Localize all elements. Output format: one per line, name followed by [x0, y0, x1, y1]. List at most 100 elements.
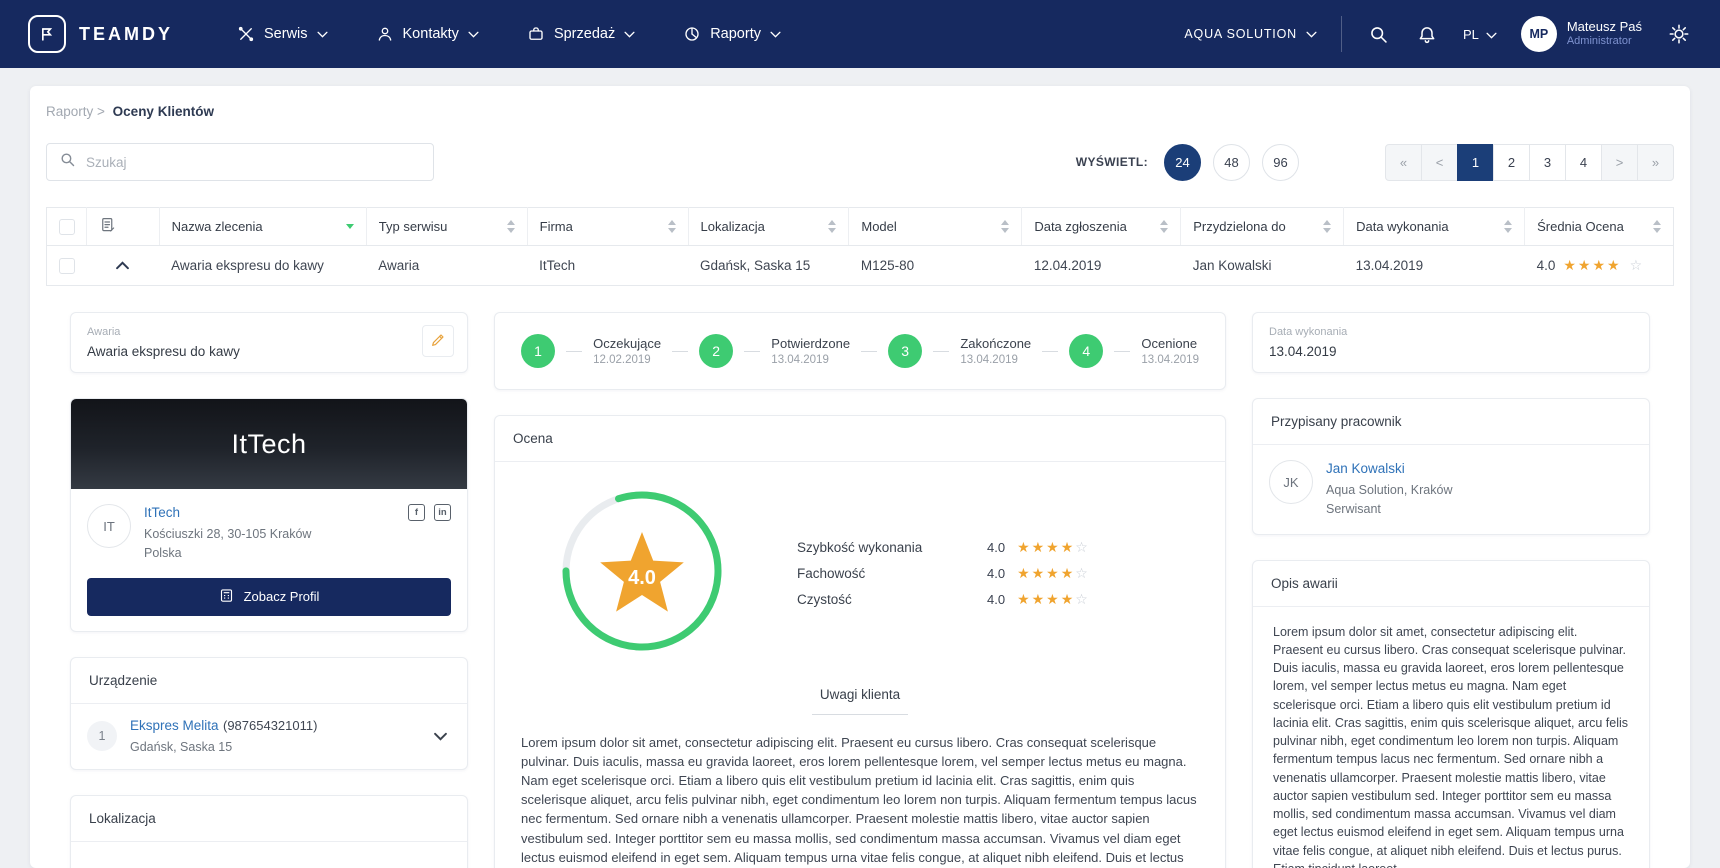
step-1-labels: Oczekujące 12.02.2019: [593, 336, 662, 366]
pagination-next[interactable]: >: [1601, 143, 1638, 181]
brand[interactable]: TEAMDY: [28, 15, 173, 53]
breadcrumb-parent[interactable]: Raporty >: [46, 104, 105, 119]
language-selector[interactable]: PL: [1463, 27, 1497, 42]
step-connector: [744, 350, 761, 352]
pagination-first[interactable]: «: [1385, 143, 1422, 181]
sort-desc-icon[interactable]: [340, 224, 354, 229]
user-menu[interactable]: MP Mateusz Paś Administrator: [1520, 16, 1642, 52]
pagination-last[interactable]: »: [1637, 143, 1674, 181]
completion-date-label: Data wykonania: [1269, 326, 1348, 338]
sort-icons[interactable]: [1498, 220, 1513, 233]
star-empty-icon: ☆: [1075, 539, 1088, 556]
sort-icons[interactable]: [1647, 220, 1661, 233]
issue-title: Awaria ekspresu do kawy: [87, 344, 240, 359]
search-icon: [59, 151, 76, 173]
rating-row-expertise: Fachowość 4.0 ★★★★ ☆: [797, 565, 1088, 582]
cell-order-name[interactable]: Awaria ekspresu do kawy: [159, 245, 367, 286]
pagination-page-4[interactable]: 4: [1565, 143, 1602, 181]
menu-item-serwis[interactable]: Serwis: [237, 25, 328, 43]
cell-location: Gdańsk, Saska 15: [688, 245, 849, 286]
company-selector[interactable]: AQUA SOLUTION: [1184, 27, 1317, 41]
company-banner-name: ItTech: [231, 428, 307, 459]
main-menu: Serwis Kontakty Sprzedaż Raporty: [237, 25, 781, 43]
sort-icons[interactable]: [995, 220, 1010, 233]
stars-filled-icon: ★★★★: [1017, 539, 1076, 556]
col-header-przydzielona-do[interactable]: Przydzielona do: [1180, 207, 1345, 246]
gear-icon[interactable]: [1666, 21, 1692, 47]
table-row: Awaria ekspresu do kawy Awaria ItTech Gd…: [46, 245, 1674, 286]
breadcrumb: Raporty > Oceny Klientów: [46, 100, 1674, 119]
company-country: Polska: [144, 545, 182, 560]
step-connector: [1042, 350, 1059, 352]
col-header-typ-serwisu[interactable]: Typ serwisu: [366, 207, 528, 246]
search-icon[interactable]: [1366, 22, 1391, 47]
pagination-page-2[interactable]: 2: [1493, 143, 1530, 181]
sort-icons[interactable]: [1154, 220, 1169, 233]
pagination-page-1[interactable]: 1: [1457, 143, 1494, 181]
col-header-lokalizacja[interactable]: Lokalizacja: [688, 207, 850, 246]
bell-icon[interactable]: [1415, 22, 1439, 47]
row-checkbox[interactable]: [59, 257, 75, 274]
page-size-24[interactable]: 24: [1164, 143, 1201, 181]
client-remarks-text: Lorem ipsum dolor sit amet, consectetur …: [521, 735, 1197, 865]
detail-middle-column: 1 Oczekujące 12.02.2019 2 Potwierdzone 1…: [494, 312, 1226, 868]
failure-description-text: Lorem ipsum dolor sit amet, consectetur …: [1273, 624, 1629, 868]
view-profile-button[interactable]: Zobacz Profil: [87, 577, 451, 616]
chevron-down-icon: [316, 31, 328, 38]
collapse-row-chevron-up-icon[interactable]: [114, 259, 131, 272]
page-size-48[interactable]: 48: [1213, 143, 1250, 181]
pagination-prev[interactable]: <: [1421, 143, 1458, 181]
profile-grid-icon: [219, 588, 234, 606]
employee-name-link[interactable]: Jan Kowalski: [1326, 461, 1405, 476]
rating-card: Ocena 4.0 Szybkość wykonania 4.0 ★★★★ ☆ …: [494, 415, 1226, 868]
device-serial: (987654321011): [222, 717, 318, 733]
menu-label: Serwis: [264, 26, 308, 42]
divider: [1340, 16, 1342, 52]
menu-label: Raporty: [710, 26, 761, 42]
main-area: Raporty > Oceny Klientów WYŚWIETL: 24 48…: [0, 68, 1720, 868]
user-role: Administrator: [1566, 35, 1632, 48]
failure-description-card: Opis awarii Lorem ipsum dolor sit amet, …: [1252, 559, 1650, 868]
search-box: [46, 143, 434, 181]
select-all-checkbox[interactable]: [59, 218, 75, 235]
col-header-model[interactable]: Model: [848, 207, 1023, 246]
step-connector: [566, 350, 583, 352]
sort-icons[interactable]: [662, 220, 676, 233]
person-icon: [376, 25, 394, 43]
edit-button[interactable]: [422, 325, 454, 357]
failure-description-header: Opis awarii: [1253, 561, 1649, 607]
stars-filled-icon: ★★★★: [1017, 565, 1076, 582]
step-2-labels: Potwierdzone 13.04.2019: [771, 336, 851, 366]
sort-icons[interactable]: [1317, 220, 1332, 233]
cell-service-type: Awaria: [366, 245, 528, 286]
step-connector: [1114, 350, 1131, 352]
menu-item-kontakty[interactable]: Kontakty: [376, 25, 479, 43]
employee-avatar: JK: [1269, 460, 1313, 504]
company-selector-label: AQUA SOLUTION: [1184, 27, 1297, 41]
step-4-circle: 4: [1069, 334, 1104, 368]
page-size-label: WYŚWIETL:: [1075, 155, 1148, 169]
pie-chart-icon: [683, 25, 701, 43]
sort-icons[interactable]: [822, 220, 837, 233]
facebook-icon[interactable]: f: [408, 504, 425, 521]
device-chevron-down-icon[interactable]: [430, 725, 451, 748]
search-input[interactable]: [86, 154, 421, 170]
location-card: Lokalizacja: [70, 795, 468, 868]
company-address: Kościuszki 28, 30-105 Kraków: [144, 527, 312, 541]
menu-item-raporty[interactable]: Raporty: [683, 25, 781, 43]
col-header-nazwa-zlecenia[interactable]: Nazwa zlecenia: [159, 207, 367, 246]
pagination-page-3[interactable]: 3: [1529, 143, 1566, 181]
employee-role: Serwisant: [1326, 501, 1381, 516]
col-header-data-zgloszenia[interactable]: Data zgłoszenia: [1021, 207, 1182, 246]
device-index-badge: 1: [87, 721, 117, 752]
device-name-link[interactable]: Ekspres Melita: [130, 718, 219, 733]
sort-icons[interactable]: [501, 220, 515, 233]
rating-breakdown: Szybkość wykonania 4.0 ★★★★ ☆ Fachowość …: [797, 535, 1088, 613]
col-header-firma[interactable]: Firma: [527, 207, 689, 246]
linkedin-icon[interactable]: in: [434, 504, 451, 521]
company-name-link[interactable]: ItTech: [144, 505, 180, 520]
menu-item-sprzedaz[interactable]: Sprzedaż: [527, 25, 635, 43]
page-size-96[interactable]: 96: [1262, 143, 1299, 181]
col-header-data-wykonania[interactable]: Data wykonania: [1343, 207, 1526, 246]
col-header-srednia-ocena[interactable]: Średnia Ocena: [1524, 207, 1674, 246]
